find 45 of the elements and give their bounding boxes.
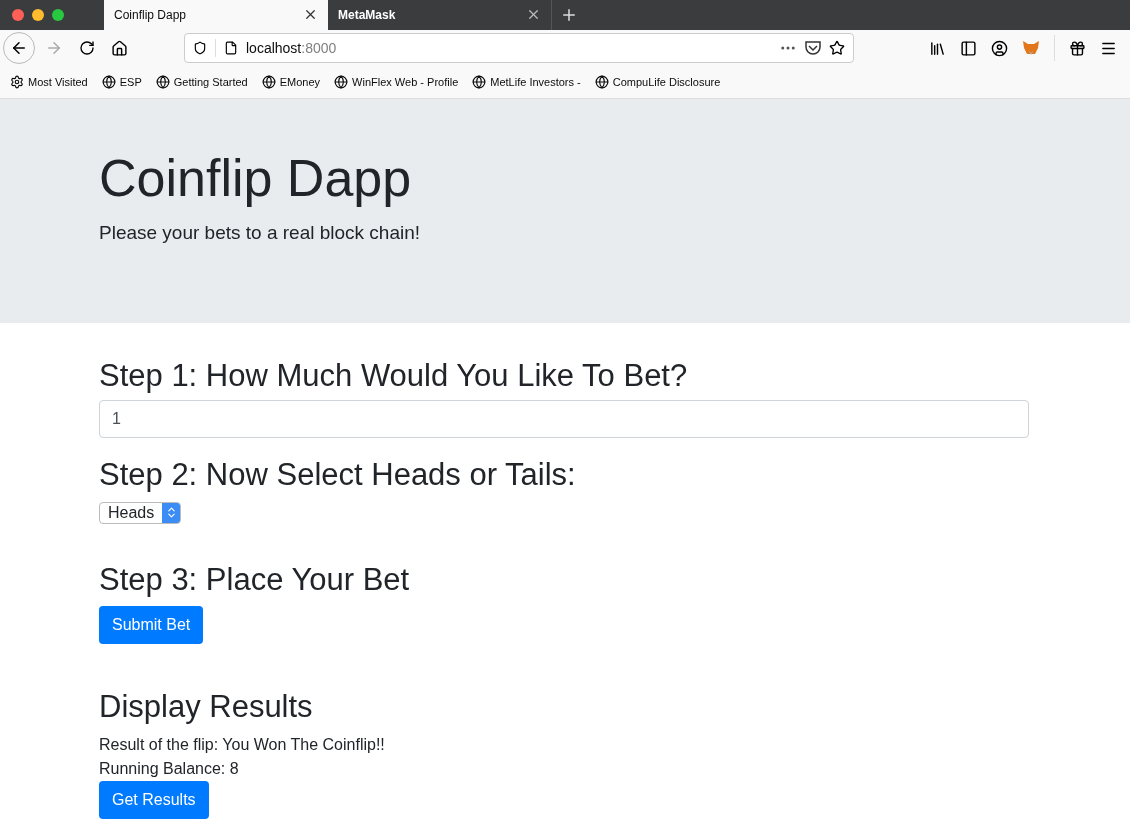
- star-icon[interactable]: [829, 40, 845, 57]
- sidebar-icon[interactable]: [960, 39, 977, 57]
- page-title: Coinflip Dapp: [99, 147, 413, 209]
- browser-tab[interactable]: Coinflip Dapp: [104, 0, 328, 30]
- page-subtitle: Please your bets to a real block chain!: [99, 221, 422, 246]
- side-select[interactable]: Heads: [99, 501, 182, 524]
- step-heading: Step 3: Place Your Bet: [99, 560, 411, 598]
- globe-icon: [334, 75, 349, 90]
- zoom-window-button[interactable]: [52, 8, 64, 21]
- page-icon: [224, 41, 238, 56]
- globe-icon: [155, 75, 170, 90]
- bookmark-link[interactable]: MetLife Investors -: [472, 74, 581, 91]
- result-text: Result of the flip: You Won The Coinflip!!: [99, 735, 386, 755]
- gear-icon: [10, 75, 24, 90]
- bet-amount-input[interactable]: 1: [99, 400, 1029, 439]
- bookmark-link[interactable]: CompuLife Disclosure: [594, 74, 721, 91]
- tab-title: Coinflip Dapp: [114, 6, 187, 24]
- globe-icon: [261, 75, 276, 90]
- result-text: Running Balance: 8: [99, 759, 240, 779]
- home-icon[interactable]: [111, 39, 128, 57]
- minimize-window-button[interactable]: [32, 8, 44, 21]
- bookmark-link[interactable]: Getting Started: [155, 74, 248, 91]
- step-heading: Step 1: How Much Would You Like To Bet?: [99, 357, 689, 395]
- bookmark-link[interactable]: EMoney: [261, 74, 321, 91]
- get-results-button[interactable]: Get Results: [99, 781, 209, 819]
- shield-icon[interactable]: [193, 41, 207, 56]
- library-icon[interactable]: [929, 39, 946, 57]
- submit-bet-button[interactable]: Submit Bet: [99, 605, 204, 644]
- url-text: localhost:8000: [246, 38, 338, 58]
- pocket-icon[interactable]: [805, 40, 821, 56]
- bookmark-link[interactable]: Most Visited: [10, 74, 88, 91]
- close-window-button[interactable]: [12, 8, 24, 21]
- reload-icon[interactable]: [79, 40, 95, 57]
- tab-title: MetaMask: [338, 6, 396, 24]
- globe-icon: [594, 75, 609, 90]
- results-heading: Display Results: [99, 687, 314, 725]
- account-icon[interactable]: [991, 39, 1008, 57]
- bookmark-link[interactable]: ESP: [101, 74, 142, 91]
- bookmark-link[interactable]: WinFlex Web - Profile: [334, 74, 459, 91]
- address-bar[interactable]: localhost:8000: [184, 33, 854, 64]
- fox-icon[interactable]: [1022, 40, 1040, 57]
- step-heading: Step 2: Now Select Heads or Tails:: [99, 456, 577, 494]
- globe-icon: [101, 75, 116, 90]
- gift-icon[interactable]: [1069, 39, 1086, 57]
- globe-icon: [472, 75, 487, 90]
